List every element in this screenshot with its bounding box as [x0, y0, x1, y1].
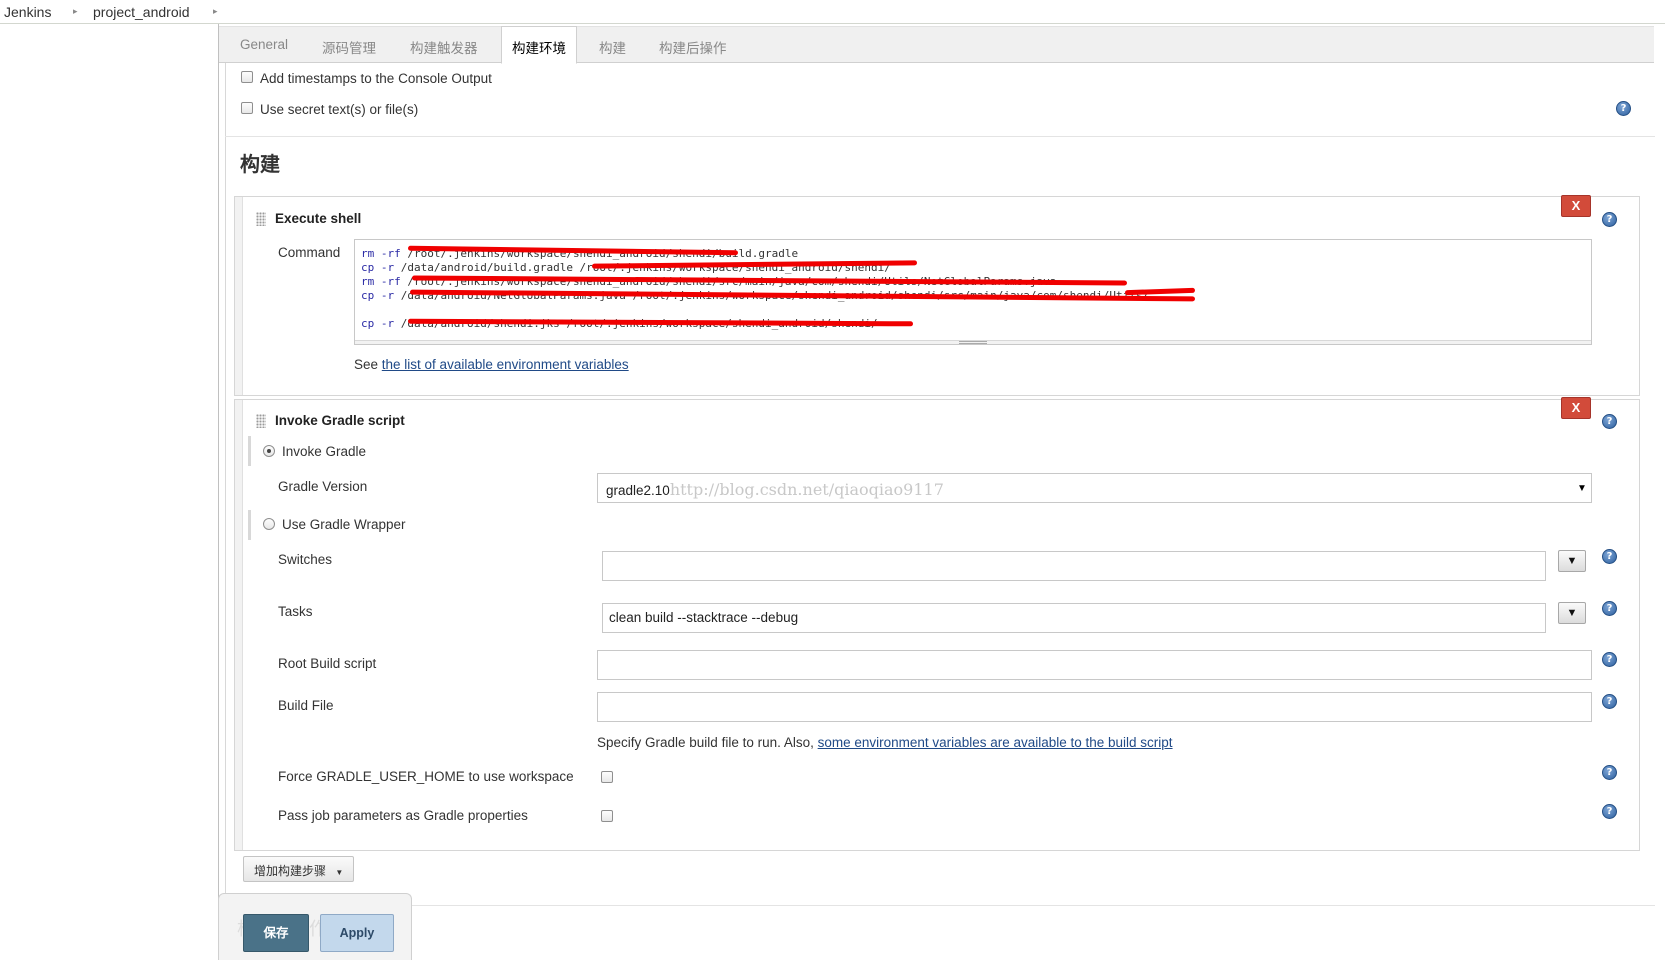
force-gradle-home-label: Force GRADLE_USER_HOME to use workspace	[278, 769, 574, 784]
timestamps-checkbox[interactable]	[241, 71, 253, 83]
root-build-script-input[interactable]	[597, 650, 1592, 680]
switches-input[interactable]	[602, 551, 1546, 581]
save-button[interactable]: 保存	[243, 914, 309, 952]
gradle-wrapper-label: Use Gradle Wrapper	[282, 517, 406, 532]
step-gutter	[235, 197, 243, 395]
secret-checkbox[interactable]	[241, 102, 253, 114]
help-icon[interactable]: ?	[1602, 549, 1617, 564]
command-line	[361, 303, 368, 316]
chevron-right-icon[interactable]: ▸	[73, 6, 78, 17]
gradle-version-label: Gradle Version	[278, 479, 368, 494]
build-file-input[interactable]	[597, 692, 1592, 722]
tab-general[interactable]: General	[240, 37, 288, 52]
delete-execute-shell-button[interactable]: X	[1561, 195, 1591, 217]
expand-tasks-button[interactable]: ▼	[1558, 602, 1586, 624]
breadcrumb-jenkins[interactable]: Jenkins	[4, 4, 51, 20]
env-vars-link[interactable]: the list of available environment variab…	[382, 357, 629, 372]
radio-group-bar	[248, 436, 251, 466]
help-icon[interactable]: ?	[1602, 652, 1617, 667]
caret-down-icon[interactable]: ▼	[1577, 483, 1587, 494]
chevron-right-icon[interactable]: ▸	[213, 6, 218, 17]
side-panel-divider	[218, 24, 219, 960]
help-icon[interactable]: ?	[1602, 765, 1617, 780]
invoke-gradle-title: Invoke Gradle script	[275, 413, 405, 428]
drag-handle-icon[interactable]	[256, 212, 266, 226]
radio-group-bar	[248, 510, 251, 540]
pass-params-label: Pass job parameters as Gradle properties	[278, 808, 528, 823]
watermark-text: http://blog.csdn.net/qiaoqiao9117	[669, 480, 944, 499]
tasks-label: Tasks	[278, 604, 313, 619]
help-icon[interactable]: ?	[1616, 101, 1631, 116]
force-gradle-home-checkbox[interactable]	[601, 771, 613, 783]
command-label: Command	[278, 245, 341, 260]
breadcrumb: Jenkins ▸ project_android ▸	[0, 0, 1665, 24]
drag-handle-icon[interactable]	[256, 414, 266, 428]
root-build-script-label: Root Build script	[278, 656, 377, 671]
breadcrumb-project[interactable]: project_android	[93, 4, 190, 20]
apply-button[interactable]: Apply	[320, 914, 394, 952]
pass-params-checkbox[interactable]	[601, 810, 613, 822]
build-script-env-link[interactable]: some environment variables are available…	[818, 735, 1173, 750]
invoke-gradle-radio[interactable]	[263, 445, 275, 457]
help-icon[interactable]: ?	[1602, 414, 1617, 429]
env-vars-hint: See the list of available environment va…	[354, 357, 629, 372]
tasks-input[interactable]: clean build --stacktrace --debug	[602, 603, 1546, 633]
build-section-title: 构建	[240, 154, 280, 176]
tab-build-environment[interactable]: 构建环境	[501, 26, 577, 64]
section-divider	[225, 136, 1655, 137]
help-icon[interactable]: ?	[1602, 212, 1617, 227]
help-icon[interactable]: ?	[1602, 694, 1617, 709]
gradle-version-select[interactable]: gradle2.10http://blog.csdn.net/qiaoqiao9…	[597, 473, 1592, 503]
build-file-label: Build File	[278, 698, 334, 713]
help-icon[interactable]: ?	[1602, 804, 1617, 819]
timestamps-label: Add timestamps to the Console Output	[260, 71, 492, 86]
invoke-gradle-label: Invoke Gradle	[282, 444, 367, 459]
help-icon[interactable]: ?	[1602, 601, 1617, 616]
step-gutter	[235, 400, 243, 850]
caret-down-icon: ▼	[335, 868, 344, 877]
tab-scm[interactable]: 源码管理	[322, 37, 376, 57]
tab-post-build[interactable]: 构建后操作	[659, 37, 727, 57]
add-build-step-button[interactable]: 增加构建步骤 ▼	[243, 856, 355, 882]
expand-switches-button[interactable]: ▼	[1558, 550, 1586, 572]
resize-grip-icon[interactable]	[959, 341, 987, 344]
delete-invoke-gradle-button[interactable]: X	[1561, 397, 1591, 419]
build-file-hint: Specify Gradle build file to run. Also, …	[597, 735, 1173, 750]
gradle-wrapper-radio[interactable]	[263, 518, 275, 530]
tab-build[interactable]: 构建	[599, 37, 626, 57]
tab-triggers[interactable]: 构建触发器	[410, 37, 478, 57]
switches-label: Switches	[278, 552, 333, 567]
section-divider	[225, 905, 1655, 906]
execute-shell-title: Execute shell	[275, 211, 362, 226]
config-tabbar: General 源码管理 构建触发器 构建环境 构建 构建后操作	[219, 26, 1654, 64]
secret-label: Use secret text(s) or file(s)	[260, 102, 419, 117]
